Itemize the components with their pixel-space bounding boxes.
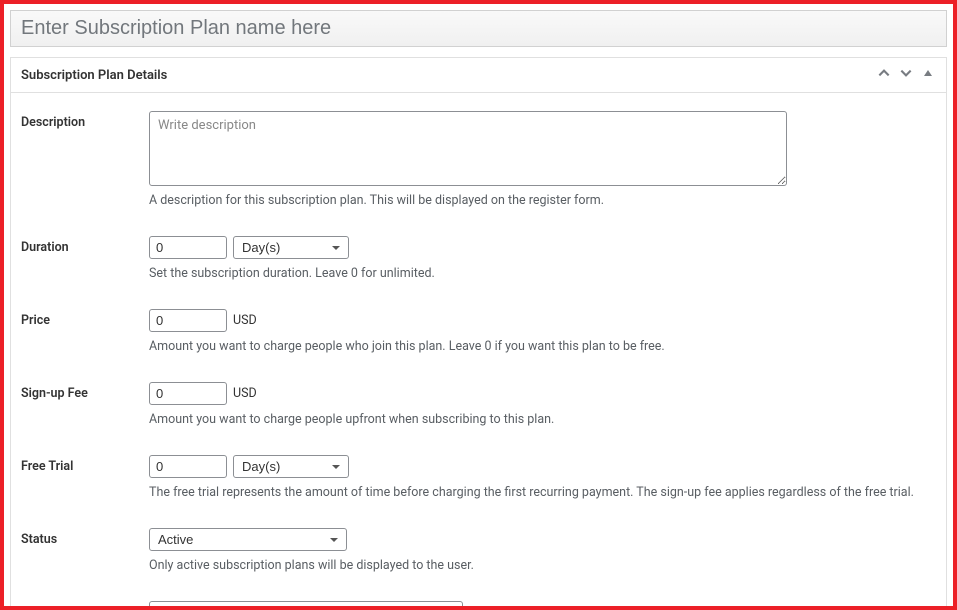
title-input-wrapper <box>10 10 947 47</box>
controls-description <box>149 111 936 186</box>
row-description: Description A description for this subsc… <box>11 111 946 208</box>
row-price: Price USD Amount you want to charge peop… <box>11 309 946 354</box>
panel-title: Subscription Plan Details <box>21 68 167 83</box>
controls-duration: Day(s) <box>149 236 936 259</box>
content-price: USD Amount you want to charge people who… <box>149 309 936 354</box>
helper-free-trial: The free trial represents the amount of … <box>149 485 936 500</box>
helper-price: Amount you want to charge people who joi… <box>149 339 936 354</box>
row-signup-fee: Sign-up Fee USD Amount you want to charg… <box>11 382 946 427</box>
label-status: Status <box>21 528 149 547</box>
content-signup-fee: USD Amount you want to charge people upf… <box>149 382 936 427</box>
content-status: Active Only active subscription plans wi… <box>149 528 936 573</box>
label-description: Description <box>21 111 149 130</box>
panel-header: Subscription Plan Details <box>11 58 946 93</box>
row-status: Status Active Only active subscription p… <box>11 528 946 573</box>
controls-free-trial: Day(s) <box>149 455 936 478</box>
free-trial-unit-select[interactable]: Day(s) <box>233 455 349 478</box>
label-price: Price <box>21 309 149 328</box>
controls-status: Active <box>149 528 936 551</box>
user-role-select[interactable]: ... Create new user role from this Subsc… <box>149 601 463 610</box>
row-user-role: User role ... Create new user role from … <box>11 601 946 610</box>
plan-details-panel: Subscription Plan Details Description <box>10 57 947 610</box>
plan-name-input[interactable] <box>11 11 946 46</box>
price-input[interactable] <box>149 309 227 332</box>
controls-price: USD <box>149 309 936 332</box>
content-user-role: ... Create new user role from this Subsc… <box>149 601 936 610</box>
duration-input[interactable] <box>149 236 227 259</box>
helper-signup-fee: Amount you want to charge people upfront… <box>149 412 936 427</box>
helper-status: Only active subscription plans will be d… <box>149 558 936 573</box>
signup-fee-input[interactable] <box>149 382 227 405</box>
chevron-down-icon[interactable] <box>898 66 914 84</box>
form-frame: Subscription Plan Details Description <box>0 0 957 610</box>
panel-body: Description A description for this subsc… <box>11 93 946 610</box>
label-user-role: User role <box>21 601 149 610</box>
label-signup-fee: Sign-up Fee <box>21 382 149 401</box>
duration-unit-select[interactable]: Day(s) <box>233 236 349 259</box>
content-free-trial: Day(s) The free trial represents the amo… <box>149 455 936 500</box>
status-select[interactable]: Active <box>149 528 347 551</box>
row-free-trial: Free Trial Day(s) The free trial represe… <box>11 455 946 500</box>
helper-duration: Set the subscription duration. Leave 0 f… <box>149 266 936 281</box>
helper-description: A description for this subscription plan… <box>149 193 936 208</box>
content-duration: Day(s) Set the subscription duration. Le… <box>149 236 936 281</box>
signup-fee-currency: USD <box>233 386 257 401</box>
free-trial-input[interactable] <box>149 455 227 478</box>
label-free-trial: Free Trial <box>21 455 149 474</box>
price-currency: USD <box>233 313 257 328</box>
label-duration: Duration <box>21 236 149 255</box>
controls-signup-fee: USD <box>149 382 936 405</box>
description-textarea[interactable] <box>149 111 787 186</box>
chevron-up-icon[interactable] <box>876 66 892 84</box>
controls-user-role: ... Create new user role from this Subsc… <box>149 601 936 610</box>
triangle-up-icon[interactable] <box>920 67 936 83</box>
panel-header-icons <box>876 66 936 84</box>
content-description: A description for this subscription plan… <box>149 111 936 208</box>
row-duration: Duration Day(s) Set the subscription dur… <box>11 236 946 281</box>
